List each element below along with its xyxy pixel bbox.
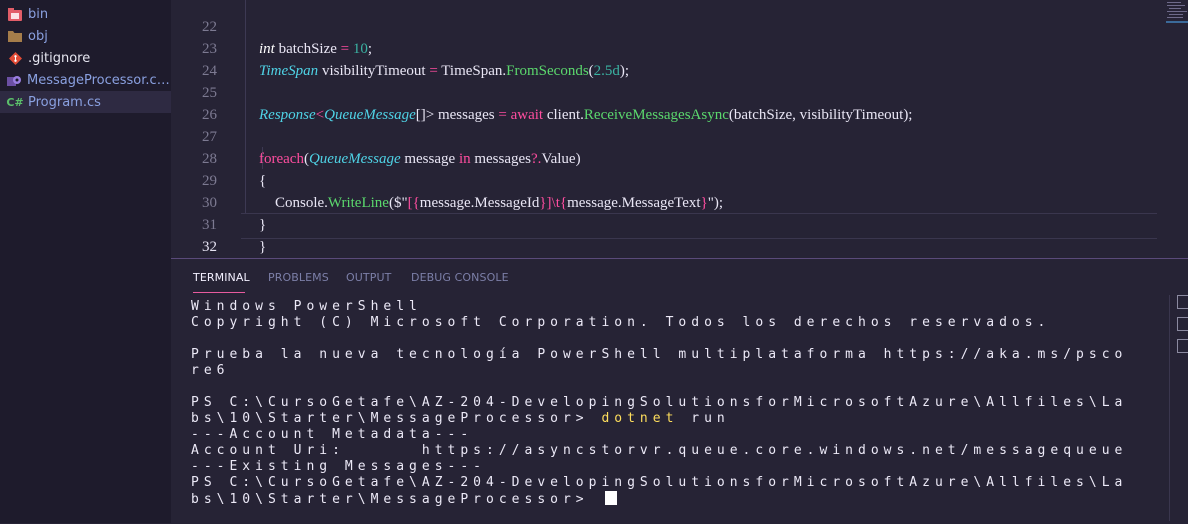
tab-debug-console[interactable]: DEBUG CONSOLE: [411, 271, 509, 284]
terminal-scrollbar[interactable]: [1169, 295, 1170, 521]
minimap[interactable]: [1166, 0, 1188, 24]
terminal-output[interactable]: Windows PowerShell Copyright (C) Microsof…: [191, 299, 1127, 508]
code-line: 30 }: [171, 170, 1171, 233]
bottom-panel: TERMINAL PROBLEMS OUTPUT DEBUG CONSOLE W…: [171, 258, 1188, 524]
explorer-item-label: MessageProcessor.cspr...: [27, 72, 171, 88]
explorer-item-label: Program.cs: [28, 94, 101, 110]
folder-icon: [7, 29, 23, 43]
csharp-icon: C#: [6, 95, 24, 109]
terminal-line: Account Uri: https://asyncstorvr.queue.c…: [191, 443, 1128, 458]
csproj-icon: [7, 73, 22, 87]
terminal-line: ---Account Metadata---: [191, 427, 474, 442]
bin-folder-icon: [7, 7, 23, 21]
code-line: 25 Response<QueueMessage[]> messages = a…: [171, 60, 1171, 123]
code-editor[interactable]: 22 int batchSize = 10; 23 TimeSpan visib…: [171, 0, 1188, 258]
tab-output[interactable]: OUTPUT: [346, 271, 391, 284]
code-line: 28 {: [171, 126, 1171, 189]
terminal-line: ---Existing Messages---: [191, 459, 487, 474]
terminal-line: bs\10\Starter\MessageProcessor> dotnet r…: [191, 411, 730, 426]
explorer-item-label: .gitignore: [28, 50, 91, 66]
explorer-item-bin[interactable]: bin: [0, 3, 171, 25]
code-line: 27 foreach(QueueMessage message in messa…: [171, 104, 1171, 167]
explorer-item-program-cs[interactable]: C# Program.cs: [0, 91, 171, 113]
explorer-item-label: obj: [28, 28, 48, 44]
terminal-line: PS C:\CursoGetafe\AZ-204-DevelopingSolut…: [191, 395, 1128, 410]
terminal-instance-icon[interactable]: [1177, 295, 1188, 309]
explorer-item-obj[interactable]: obj: [0, 25, 171, 47]
explorer-item-csproj[interactable]: MessageProcessor.cspr...: [0, 69, 171, 91]
explorer-item-gitignore[interactable]: .gitignore: [0, 47, 171, 69]
code-line: 26: [171, 82, 1171, 123]
terminal-line: re6: [191, 363, 230, 378]
tab-terminal[interactable]: TERMINAL: [193, 271, 250, 284]
explorer-sidebar: bin obj .gitignore MessageProcessor.cspr…: [0, 0, 171, 523]
terminal-instance-icon[interactable]: [1177, 339, 1188, 353]
code-line: 24: [171, 38, 1171, 79]
code-line: 33: [171, 236, 1171, 258]
tab-problems[interactable]: PROBLEMS: [268, 271, 329, 284]
explorer-item-label: bin: [28, 6, 49, 22]
code-line: 23 TimeSpan visibilityTimeout = TimeSpan…: [171, 16, 1171, 79]
code-line: 31 }: [171, 192, 1171, 255]
terminal-side-actions: [1174, 295, 1188, 361]
terminal-line: Prueba la nueva tecnología PowerShell mu…: [191, 347, 1128, 362]
code-line: 32 }: [171, 214, 1171, 255]
active-tab-indicator: [193, 292, 245, 293]
git-icon: [7, 51, 23, 65]
terminal-line: Copyright (C) Microsoft Corporation. Tod…: [191, 315, 1051, 330]
code-line: 29 Console.WriteLine($"[{message.Message…: [171, 148, 1171, 211]
code-line: 22 int batchSize = 10;: [171, 0, 1171, 57]
terminal-line: Windows PowerShell: [191, 299, 422, 314]
terminal-cursor: [605, 491, 618, 505]
terminal-instance-icon[interactable]: [1177, 317, 1188, 331]
terminal-line: bs\10\Starter\MessageProcessor>: [191, 491, 1127, 508]
terminal-line: PS C:\CursoGetafe\AZ-204-DevelopingSolut…: [191, 475, 1128, 490]
